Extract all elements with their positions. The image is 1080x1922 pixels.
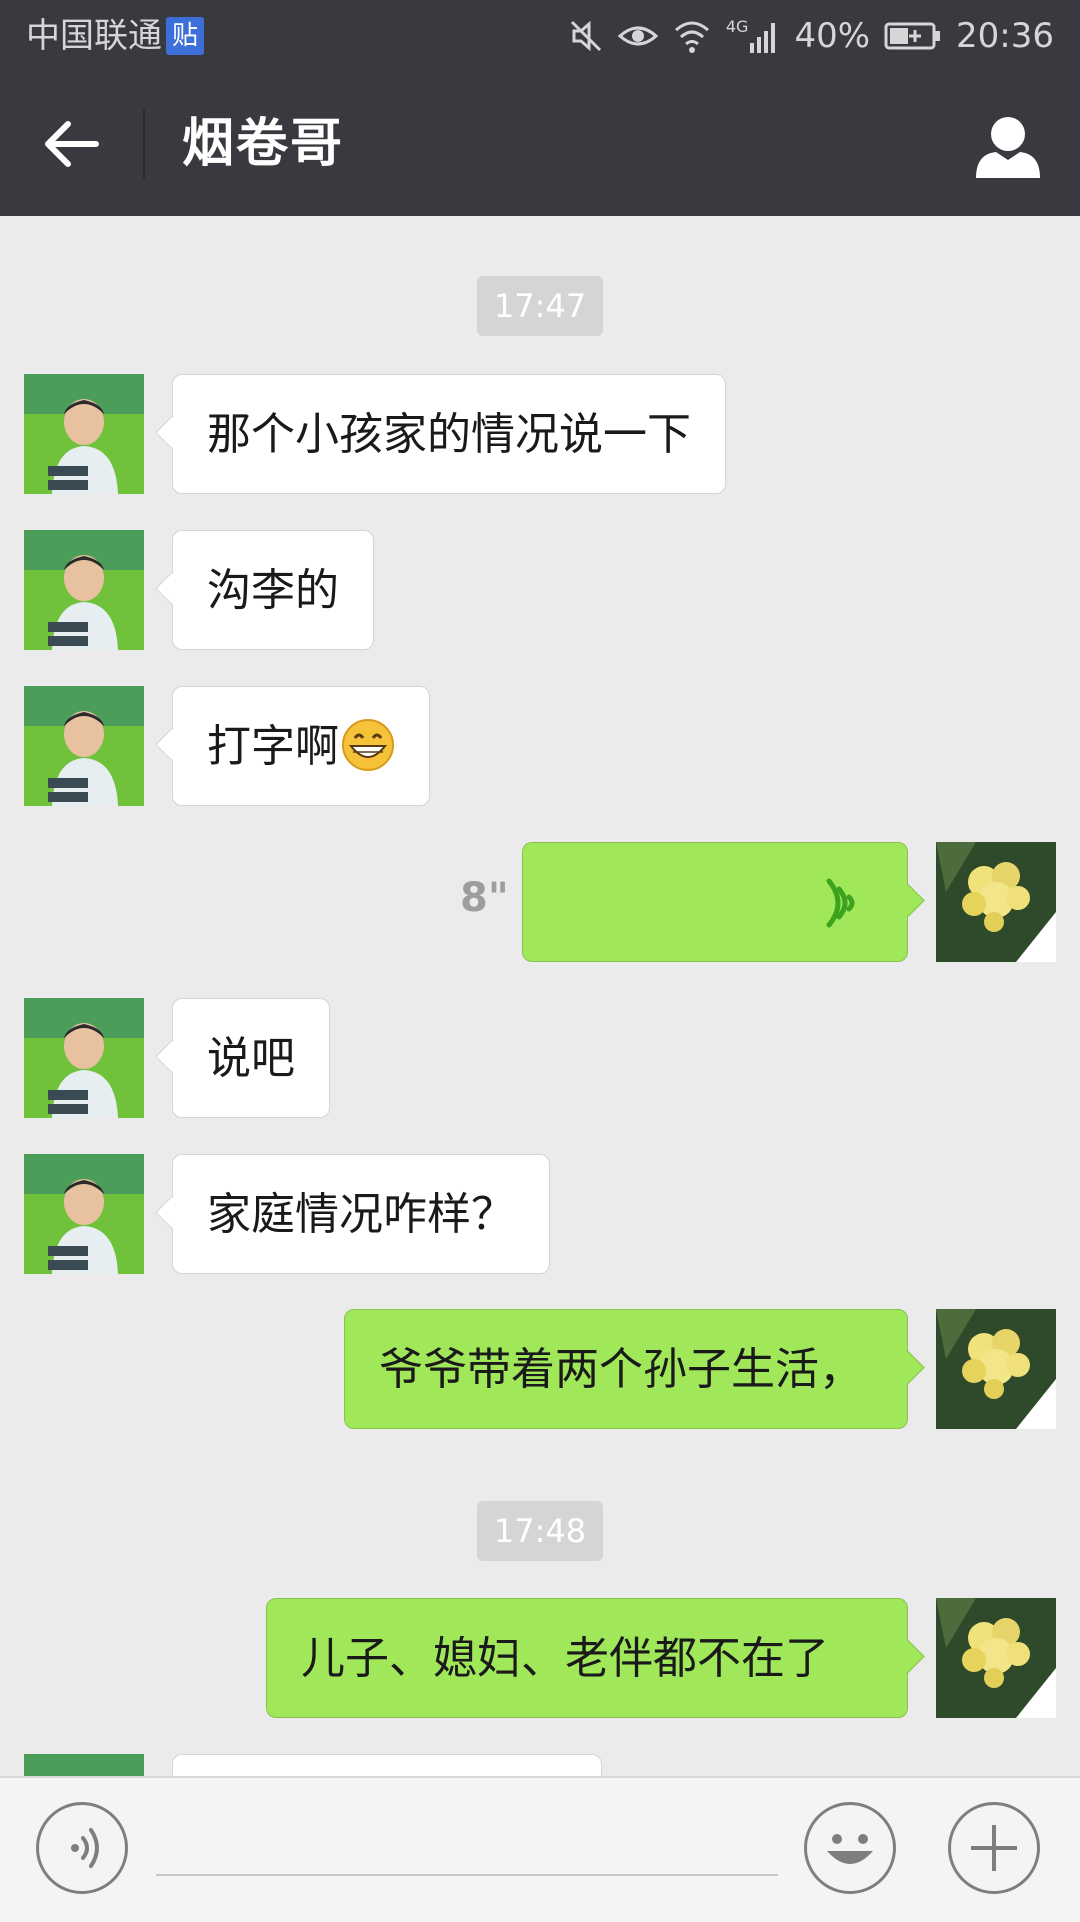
message-bubble-received[interactable]: 沟李的 — [172, 530, 374, 650]
contact-avatar[interactable] — [24, 686, 144, 806]
contact-avatar[interactable] — [24, 530, 144, 650]
message-text: 家庭情况咋样？ — [207, 1189, 515, 1240]
network-type: 4G — [726, 19, 781, 53]
timestamp: 17:47 — [477, 276, 603, 336]
message-bubble-sent[interactable]: 儿子、媳妇、老伴都不在了 — [266, 1598, 908, 1718]
emoji-button[interactable] — [804, 1802, 896, 1894]
input-bar — [0, 1776, 1080, 1922]
voice-input-button[interactable] — [36, 1802, 128, 1894]
eye-icon — [617, 26, 658, 46]
chat-title: 烟卷哥 — [182, 114, 345, 174]
mute-icon — [570, 20, 601, 52]
more-button[interactable] — [948, 1802, 1040, 1894]
message-text: 儿子、媳妇、老伴都不在了 — [301, 1633, 829, 1684]
voice-duration: 8" — [460, 875, 509, 921]
voice-icon — [71, 1828, 99, 1868]
contact-avatar[interactable] — [24, 998, 144, 1118]
contact-avatar[interactable] — [24, 1754, 144, 1776]
carrier-badge: 贴 — [166, 17, 204, 55]
back-arrow-icon[interactable] — [40, 112, 104, 176]
message-bubble-received[interactable]: 家庭情况咋样？ — [172, 1154, 550, 1274]
my-avatar[interactable] — [936, 842, 1056, 962]
message-text: 那个小孩家的情况说一下 — [207, 409, 691, 460]
carrier-name: 中国联通 — [26, 16, 162, 56]
message-bubble-received[interactable]: 打字啊 — [172, 686, 430, 806]
contact-avatar[interactable] — [24, 374, 144, 494]
message-bubble-sent[interactable]: 爷爷带着两个孙子生活， — [344, 1309, 908, 1429]
person-icon[interactable] — [972, 114, 1044, 180]
voice-wave-icon — [826, 878, 855, 928]
message-bubble-received[interactable] — [172, 1754, 602, 1776]
my-avatar[interactable] — [936, 1598, 1056, 1718]
header-divider — [143, 108, 145, 180]
battery-icon — [884, 22, 941, 50]
contact-avatar[interactable] — [24, 1154, 144, 1274]
message-text: 爷爷带着两个孙子生活， — [379, 1344, 863, 1395]
message-input[interactable] — [156, 1874, 778, 1876]
status-bar: 中国联通 贴 4G 40% 20:36 — [0, 0, 1080, 72]
smiley-icon — [827, 1834, 873, 1864]
plus-icon — [971, 1825, 1017, 1871]
battery-percent: 40% — [794, 16, 871, 56]
message-list[interactable]: 17:47 那个小孩家的情况说一下 沟李的 打字啊 8" 说吧 家庭情况咋样？ … — [0, 216, 1080, 1776]
my-avatar[interactable] — [936, 1309, 1056, 1429]
message-text: 说吧 — [207, 1033, 295, 1084]
chat-header: 烟卷哥 — [0, 72, 1080, 216]
wifi-icon — [674, 21, 709, 53]
timestamp: 17:48 — [477, 1501, 603, 1561]
status-indicators: 4G 40% 20:36 — [568, 14, 1054, 58]
clock: 20:36 — [956, 16, 1054, 56]
voice-message-bubble[interactable] — [522, 842, 908, 962]
message-bubble-received[interactable]: 说吧 — [172, 998, 330, 1118]
message-text: 沟李的 — [207, 565, 339, 616]
message-bubble-received[interactable]: 那个小孩家的情况说一下 — [172, 374, 726, 494]
message-text: 打字啊 — [207, 721, 339, 772]
carrier: 中国联通 贴 — [26, 14, 204, 58]
grin-emoji-icon — [342, 719, 394, 771]
signal-icon — [750, 23, 776, 53]
